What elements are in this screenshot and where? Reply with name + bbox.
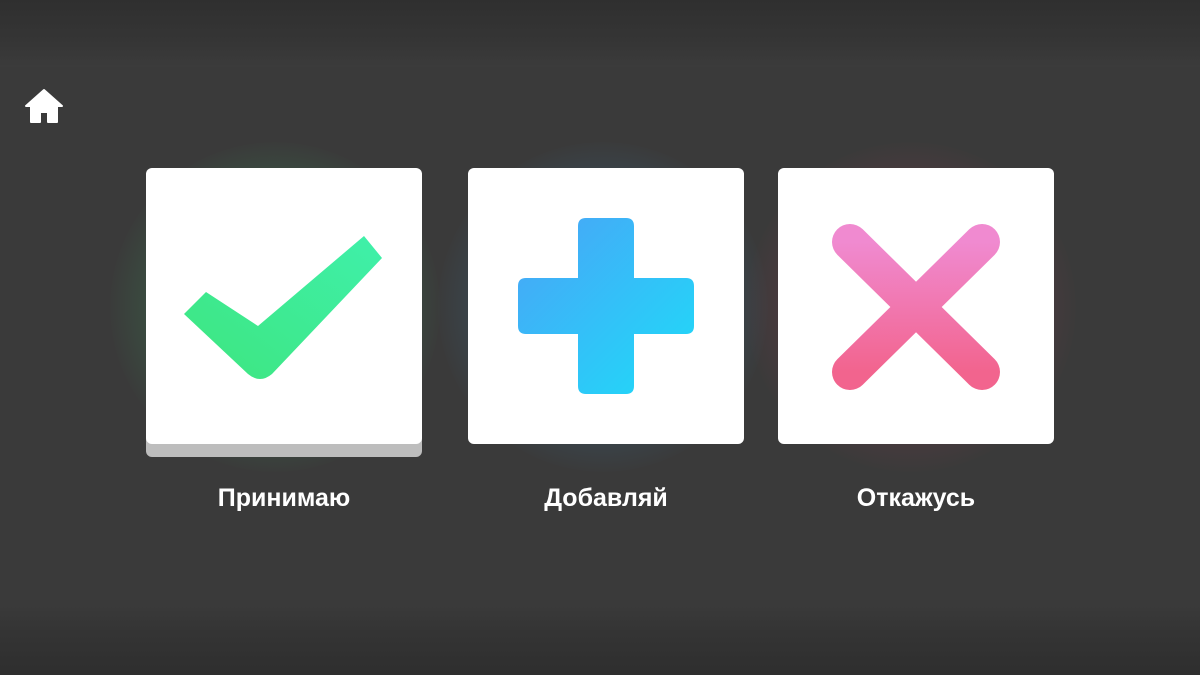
refuse-card[interactable]	[778, 168, 1054, 444]
home-icon	[25, 89, 63, 123]
accept-card[interactable]	[146, 168, 422, 444]
checkmark-icon	[184, 236, 382, 379]
cross-icon	[832, 224, 1000, 390]
add-label: Добавляй	[544, 484, 668, 512]
plus-icon	[518, 218, 694, 394]
bottom-band	[0, 605, 1200, 675]
refuse-label: Откажусь	[856, 484, 976, 512]
add-card[interactable]	[468, 168, 744, 444]
top-band	[0, 0, 1200, 67]
accept-label: Принимаю	[217, 484, 351, 512]
home-button[interactable]	[22, 84, 66, 128]
